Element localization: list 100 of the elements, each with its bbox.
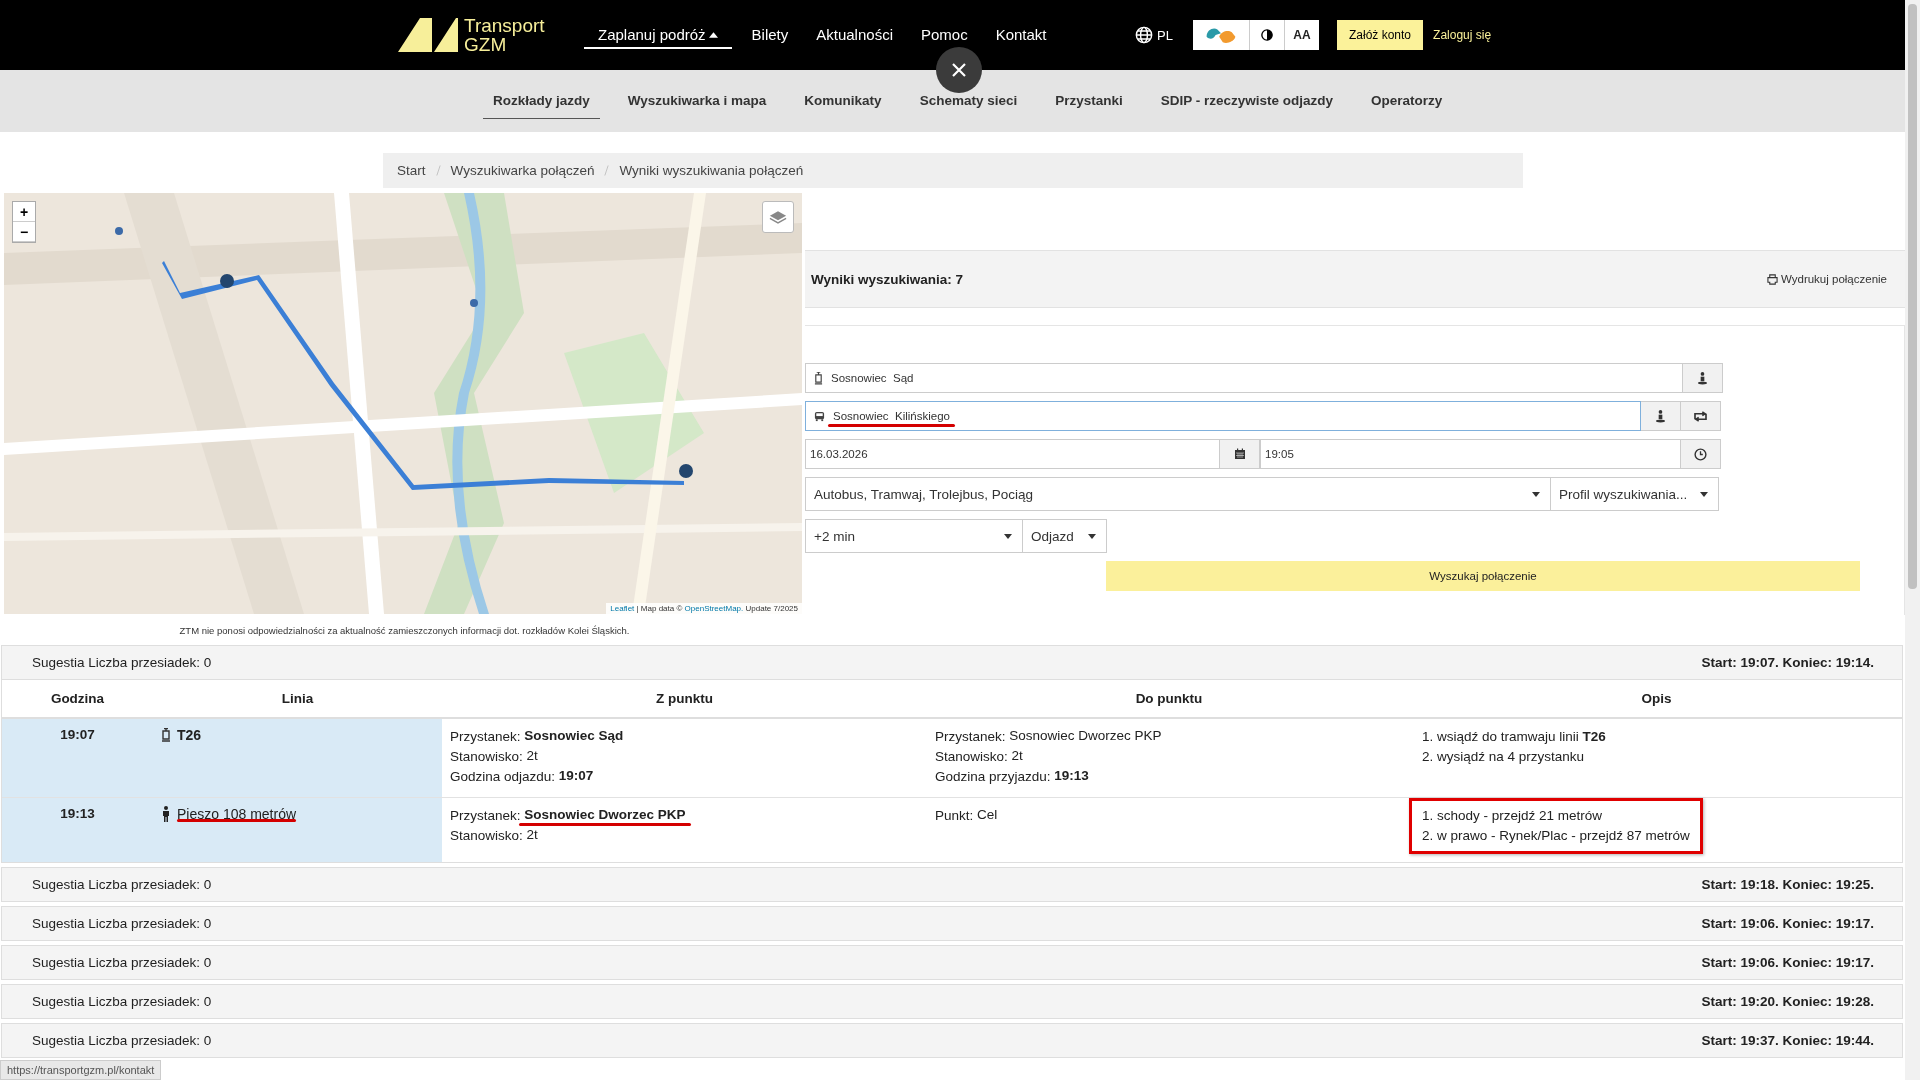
logo-icon[interactable]: [398, 18, 458, 52]
transfers-text: Sugestia Liczba przesiadek: 0: [32, 955, 212, 970]
close-icon: [952, 63, 966, 77]
from-detail: Przystanek: Sosnowiec Sąd: [450, 727, 625, 746]
connection-summary-bar[interactable]: Sugestia Liczba przesiadek: 0 Start: 19:37. Koniec: 19:44.: [2, 1024, 1902, 1057]
subnav-tab[interactable]: Przystanki: [1045, 83, 1133, 119]
nav-link[interactable]: Kontakt: [981, 21, 1061, 49]
calendar-button[interactable]: [1220, 439, 1260, 469]
scrollbar[interactable]: [1905, 0, 1920, 1080]
connection-summary-bar[interactable]: Sugestia Liczba przesiadek: 0 Start: 19:18. Koniec: 19:25.: [2, 868, 1902, 901]
search-button[interactable]: Wyszukaj połączenie: [1106, 561, 1860, 591]
connection-summary-bar[interactable]: Sugestia Liczba przesiadek: 0 Start: 19:20. Koniec: 19:28.: [2, 985, 1902, 1018]
scrollbar-thumb[interactable]: [1908, 4, 1917, 589]
logo-text[interactable]: Transport GZM: [464, 16, 545, 54]
origin-value: Sosnowiec Sąd: [830, 372, 915, 386]
clock-icon: [1694, 447, 1707, 461]
time-field[interactable]: 19:05: [1260, 439, 1681, 469]
subnav-tab[interactable]: SDIP - rzeczywiste odjazdy: [1150, 83, 1344, 119]
origin-field[interactable]: Sosnowiec Sąd: [805, 363, 1683, 393]
subnav-tab[interactable]: Rozkłady jazdy: [483, 83, 600, 119]
locate-button[interactable]: [1683, 363, 1723, 393]
from-detail: Przystanek: Sosnowiec Dworzec PKP: [450, 806, 919, 826]
to-detail: Stanowisko: 2t: [935, 747, 1024, 766]
column-header: Z punktu: [656, 691, 713, 706]
line-label: T26: [177, 727, 202, 743]
instruction-text: 2. w prawo - Rynek/Plac - przejdź 87 metrów: [1422, 827, 1690, 845]
language-link[interactable]: PL: [1157, 27, 1173, 43]
bus-icon: [814, 410, 825, 422]
breadcrumb-link[interactable]: Start: [397, 163, 426, 178]
start-end-times: Start: 19:06. Koniec: 19:17.: [1701, 916, 1874, 931]
globe-icon[interactable]: [1135, 26, 1153, 44]
nav-link[interactable]: Zaplanuj podróż: [584, 21, 732, 49]
swap-button[interactable]: [1681, 401, 1721, 431]
breadcrumb-link[interactable]: Wyszukiwarka połączeń: [450, 163, 595, 178]
tram-icon: [161, 728, 171, 742]
layers-icon: [769, 209, 787, 225]
nav-link[interactable]: Pomoc: [907, 21, 982, 49]
register-button[interactable]: Załóż konto: [1337, 20, 1424, 50]
start-end-times: Start: 19:07. Koniec: 19:14.: [1701, 655, 1874, 670]
column-header: Opis: [1641, 691, 1672, 706]
start-end-times: Start: 19:37. Koniec: 19:44.: [1701, 1033, 1874, 1048]
destination-value: Sosnowiec Kilińskiego: [828, 410, 955, 427]
leg-time: 19:07: [60, 727, 95, 742]
close-button[interactable]: [936, 47, 982, 93]
column-header: Linia: [281, 691, 314, 706]
start-end-times: Start: 19:20. Koniec: 19:28.: [1701, 994, 1874, 1009]
separator-icon: [604, 165, 610, 176]
direction-dropdown[interactable]: Odjazd: [1023, 519, 1107, 553]
layers-button[interactable]: [762, 201, 794, 233]
connection-summary-bar[interactable]: Sugestia Liczba przesiadek: 0 Start: 19:07. Koniec: 19:14.: [2, 646, 1902, 679]
tram-icon: [814, 371, 823, 385]
calendar-icon: [1233, 448, 1246, 460]
caret-icon: [708, 31, 718, 38]
instruction-text: 1. wsiądź do tramwaju linii T26: [1422, 728, 1606, 746]
caret-icon: [1700, 491, 1708, 497]
person-pin-icon: [1655, 409, 1666, 423]
line-label: Pieszo 108 metrów: [177, 806, 297, 822]
transport-mode-select[interactable]: Autobus, Tramwaj, Trolejbus, Pociąg: [805, 477, 1551, 511]
leg-time: 19:13: [60, 806, 95, 821]
instruction-text: 1. schody - przejdź 21 metrów: [1422, 807, 1604, 825]
transfers-text: Sugestia Liczba przesiadek: 0: [32, 994, 212, 1009]
transfers-text: Sugestia Liczba przesiadek: 0: [32, 916, 212, 931]
from-detail: Godzina odjazdu: 19:07: [450, 767, 595, 786]
printer-icon: [1767, 273, 1778, 285]
subnav-tab[interactable]: Schematy sieci: [909, 83, 1028, 119]
clock-button[interactable]: [1681, 439, 1721, 469]
subnav-tab[interactable]: Operatorzy: [1361, 83, 1453, 119]
locate-button[interactable]: [1641, 401, 1681, 431]
separator-icon: [435, 165, 441, 176]
nav-link[interactable]: Aktualności: [802, 21, 907, 49]
profile-dropdown[interactable]: Profil wyszukiwania...: [1551, 477, 1719, 511]
transfers-text: Sugestia Liczba przesiadek: 0: [32, 1033, 212, 1048]
from-detail: Stanowisko: 2t: [450, 747, 539, 766]
breadcrumb-link[interactable]: Wyniki wyszukiwania połączeń: [619, 163, 804, 178]
walking-person-icon: [161, 806, 171, 822]
openstreetmap-link[interactable]: OpenStreetMap.: [684, 604, 744, 613]
leaflet-link[interactable]: Leaflet: [610, 604, 635, 613]
subnav-tab[interactable]: Komunikaty: [794, 83, 892, 119]
column-header: Do punktu: [1135, 691, 1203, 706]
print-link[interactable]: Wydrukuj połączenie: [1767, 273, 1887, 285]
login-link[interactable]: Zaloguj się: [1433, 28, 1492, 42]
attribution-update: Update 7/2025: [745, 604, 798, 613]
date-field[interactable]: 16.03.2026: [805, 439, 1220, 469]
destination-field[interactable]: Sosnowiec Kilińskiego: [805, 401, 1641, 431]
time-offset-select[interactable]: +2 min: [805, 519, 1023, 553]
contrast-icon: [1261, 29, 1273, 41]
caret-icon: [1004, 533, 1012, 539]
instruction-text: 2. wysiądź na 4 przystanku: [1422, 748, 1586, 766]
start-end-times: Start: 19:18. Koniec: 19:25.: [1701, 877, 1874, 892]
status-bar-url: https://transportgzm.pl/kontakt: [0, 1060, 162, 1080]
start-end-times: Start: 19:06. Koniec: 19:17.: [1701, 955, 1874, 970]
subnav-tab[interactable]: Wyszukiwarka i mapa: [617, 83, 777, 119]
person-pin-icon: [1697, 371, 1708, 385]
connection-summary-bar[interactable]: Sugestia Liczba przesiadek: 0 Start: 19:06. Koniec: 19:17.: [2, 946, 1902, 979]
connection-summary-bar[interactable]: Sugestia Liczba przesiadek: 0 Start: 19:06. Koniec: 19:17.: [2, 907, 1902, 940]
transfers-text: Sugestia Liczba przesiadek: 0: [32, 655, 212, 670]
from-detail: Stanowisko: 2t: [450, 826, 539, 845]
column-header: Godzina: [50, 691, 105, 706]
nav-link[interactable]: Bilety: [737, 21, 803, 49]
swap-icon: [1693, 410, 1708, 422]
